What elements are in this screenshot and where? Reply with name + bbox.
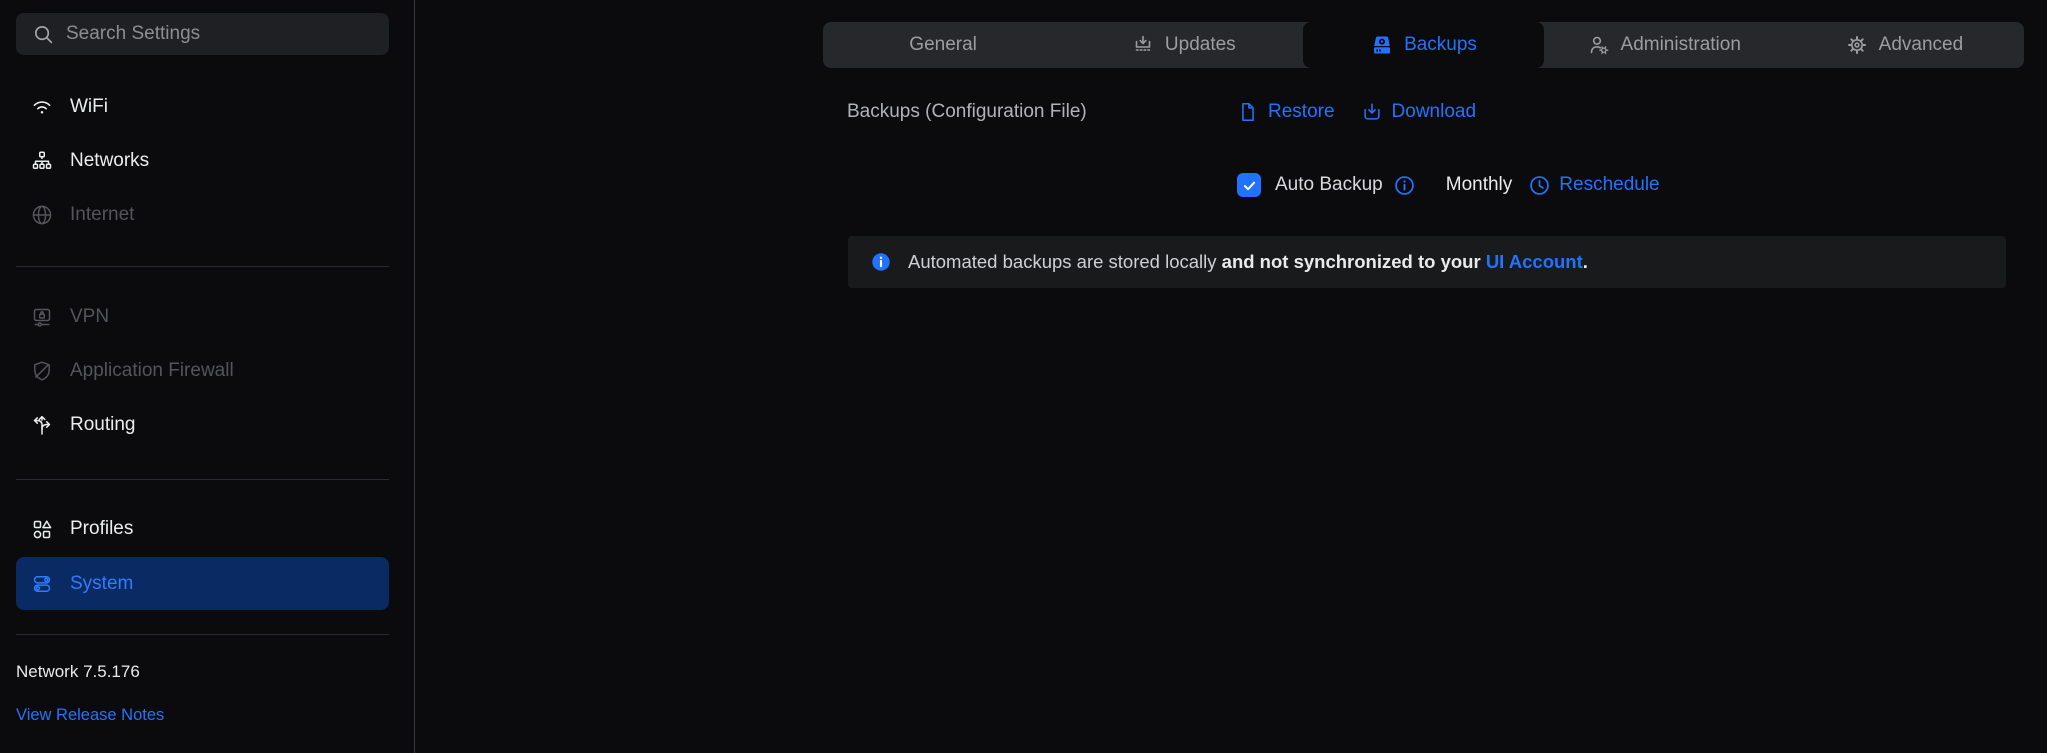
- backup-actions: Restore Download: [1237, 101, 1476, 123]
- wifi-icon: [30, 95, 54, 119]
- view-release-notes-link[interactable]: View Release Notes: [16, 706, 164, 725]
- banner-text-regular: Automated backups are stored locally: [908, 251, 1217, 272]
- updates-icon: [1131, 33, 1155, 57]
- sidebar-item-networks[interactable]: Networks: [16, 134, 389, 188]
- ui-account-link[interactable]: UI Account: [1486, 251, 1583, 272]
- clock-icon: [1528, 174, 1551, 197]
- app-version: Network 7.5.176: [16, 662, 140, 682]
- backups-config-row: Backups (Configuration File) Restore Dow…: [847, 97, 2007, 127]
- file-icon: [1237, 101, 1259, 123]
- auto-backup-label: Auto Backup: [1275, 174, 1383, 196]
- tab-advanced[interactable]: Advanced: [1784, 22, 2024, 68]
- sidebar-item-label: WiFi: [70, 96, 108, 118]
- sidebar-item-application-firewall[interactable]: Application Firewall: [16, 344, 389, 398]
- vpn-icon: [30, 305, 54, 329]
- sidebar-item-routing[interactable]: Routing: [16, 398, 389, 452]
- tab-label: General: [909, 34, 977, 56]
- reschedule-label: Reschedule: [1559, 174, 1659, 196]
- backups-config-label: Backups (Configuration File): [847, 101, 1237, 123]
- search-input[interactable]: Search Settings: [16, 13, 389, 55]
- tab-general[interactable]: General: [823, 22, 1063, 68]
- info-banner: Automated backups are stored locally and…: [848, 236, 2006, 288]
- admin-user-gear-icon: [1587, 33, 1611, 57]
- system-toggles-icon: [30, 572, 54, 596]
- tab-updates[interactable]: Updates: [1063, 22, 1303, 68]
- search-icon: [32, 23, 55, 46]
- sidebar-item-wifi[interactable]: WiFi: [16, 80, 389, 134]
- reschedule-button[interactable]: Reschedule: [1528, 174, 1659, 197]
- settings-tabbar: General Updates Backups: [823, 22, 2024, 68]
- auto-backup-info-icon[interactable]: [1393, 174, 1416, 197]
- banner-text: Automated backups are stored locally and…: [908, 251, 1588, 273]
- sidebar-item-label: VPN: [70, 306, 109, 328]
- sidebar-item-vpn[interactable]: VPN: [16, 290, 389, 344]
- sidebar-item-system[interactable]: System: [16, 557, 389, 610]
- backup-frequency-value: Monthly: [1446, 174, 1513, 196]
- auto-backup-row: Auto Backup Monthly Reschedule: [1237, 171, 1660, 199]
- tab-label: Backups: [1404, 34, 1477, 56]
- check-icon: [1241, 177, 1258, 194]
- sidebar-item-label: Networks: [70, 150, 149, 172]
- backup-drive-icon: [1370, 33, 1394, 57]
- networks-icon: [30, 149, 54, 173]
- info-filled-icon: [870, 251, 892, 273]
- sidebar-item-internet[interactable]: Internet: [16, 188, 389, 242]
- sidebar-item-label: Application Firewall: [70, 360, 234, 382]
- tab-administration[interactable]: Administration: [1544, 22, 1784, 68]
- sidebar-divider: [16, 479, 389, 480]
- globe-icon: [30, 203, 54, 227]
- sidebar-divider: [16, 634, 389, 635]
- firewall-shield-icon: [30, 359, 54, 383]
- sidebar-divider: [16, 266, 389, 267]
- app-root: Search Settings WiFi Networks: [0, 0, 2047, 753]
- sidebar-item-label: Internet: [70, 204, 134, 226]
- tab-backups[interactable]: Backups: [1303, 22, 1543, 68]
- profiles-shapes-icon: [30, 517, 54, 541]
- sidebar-item-label: System: [70, 573, 133, 595]
- auto-backup-checkbox[interactable]: [1237, 173, 1261, 197]
- restore-label: Restore: [1268, 101, 1335, 123]
- banner-text-suffix: .: [1583, 251, 1588, 272]
- restore-button[interactable]: Restore: [1237, 101, 1335, 123]
- gear-icon: [1845, 33, 1869, 57]
- routing-icon: [30, 413, 54, 437]
- download-label: Download: [1392, 101, 1477, 123]
- search-placeholder: Search Settings: [66, 23, 200, 45]
- download-icon: [1361, 101, 1383, 123]
- tab-label: Administration: [1621, 34, 1741, 56]
- sidebar-item-label: Profiles: [70, 518, 133, 540]
- sidebar: Search Settings WiFi Networks: [0, 0, 415, 753]
- download-button[interactable]: Download: [1361, 101, 1477, 123]
- tab-label: Advanced: [1879, 34, 1964, 56]
- tab-label: Updates: [1165, 34, 1236, 56]
- sidebar-item-label: Routing: [70, 414, 136, 436]
- banner-text-bold: and not synchronized to your: [1217, 251, 1486, 272]
- sidebar-item-profiles[interactable]: Profiles: [16, 502, 389, 556]
